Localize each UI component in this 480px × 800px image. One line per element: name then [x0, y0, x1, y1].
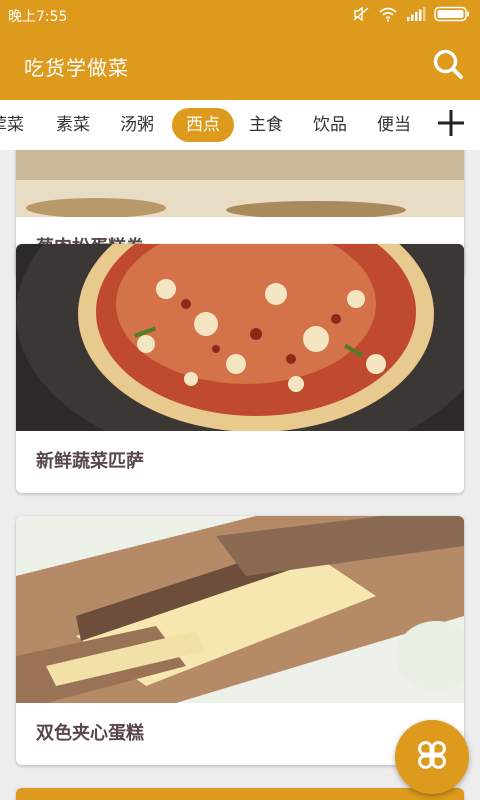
status-icons: [352, 6, 470, 26]
tab-vegetable[interactable]: 素菜: [56, 108, 90, 142]
tab-drinks[interactable]: 饮品: [313, 108, 347, 142]
clover-icon: [414, 737, 450, 777]
tab-meat[interactable]: 荤菜: [0, 108, 24, 142]
plus-icon: [436, 108, 466, 142]
app-bar: 吃货学做菜: [0, 32, 480, 100]
tab-soup[interactable]: 汤粥: [120, 108, 154, 142]
recipe-image: [16, 244, 464, 431]
wifi-icon: [378, 6, 398, 26]
status-time: 晚上7:55: [8, 9, 68, 25]
recipe-card[interactable]: 双色夹心蛋糕: [16, 516, 464, 765]
signal-icon: [406, 7, 426, 25]
top-bar: 晚上7:55 吃货学做菜: [0, 0, 480, 100]
search-button[interactable]: [428, 46, 468, 86]
status-bar: 晚上7:55: [0, 0, 480, 32]
tab-bento[interactable]: 便当: [377, 108, 411, 142]
mute-icon: [352, 6, 370, 26]
tab-staple[interactable]: 主食: [249, 108, 283, 142]
battery-icon: [434, 6, 470, 26]
recipe-image: [16, 516, 464, 703]
recipe-card[interactable]: [16, 788, 464, 800]
add-category-button[interactable]: [432, 106, 470, 144]
search-icon: [432, 48, 464, 84]
floating-action-button[interactable]: [395, 720, 469, 794]
recipe-image: [16, 150, 464, 217]
category-tabs: 荤菜 素菜 汤粥 西点 主食 饮品 便当: [0, 100, 480, 150]
tab-western-pastry[interactable]: 西点: [172, 108, 234, 142]
app-title: 吃货学做菜: [24, 55, 129, 80]
recipe-card[interactable]: 新鲜蔬菜匹萨: [16, 244, 464, 493]
recipe-title: 新鲜蔬菜匹萨: [36, 451, 144, 472]
recipe-list[interactable]: 葱肉松蛋糕卷: [0, 150, 480, 800]
